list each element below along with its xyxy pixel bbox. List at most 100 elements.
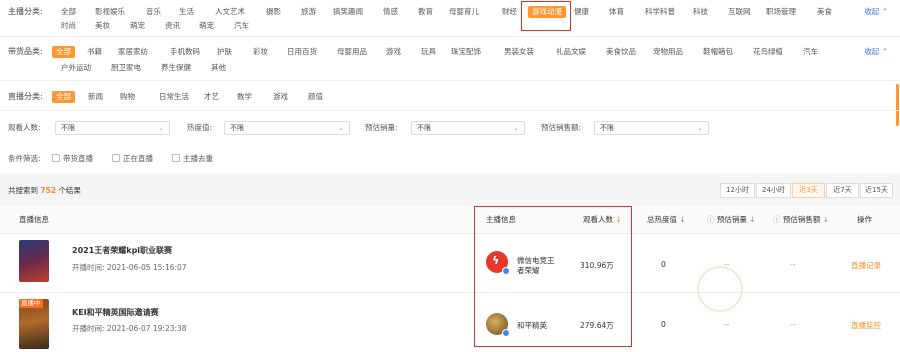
filter-chip[interactable]: 游戏 bbox=[386, 46, 401, 58]
checkbox-icon bbox=[112, 154, 120, 162]
filter-chip[interactable]: 母婴用品 bbox=[337, 46, 367, 58]
sales-value: -- bbox=[724, 320, 730, 329]
live-thumbnail[interactable]: 直播中 bbox=[19, 299, 49, 349]
header-sales[interactable]: ⓘ 预估销量 ↓ bbox=[707, 214, 756, 225]
filter-chip[interactable]: 母婴育儿 bbox=[449, 6, 479, 18]
info-icon: ⓘ bbox=[707, 215, 717, 224]
filter-chip[interactable]: 健康 bbox=[574, 6, 589, 18]
checkbox-icon bbox=[172, 154, 180, 162]
filter-chip[interactable]: 互联网 bbox=[728, 6, 751, 18]
collapse-goods-category[interactable]: 收起 ⌃ bbox=[864, 46, 888, 57]
filter-chip[interactable]: 汽车 bbox=[803, 46, 818, 58]
filter-chip[interactable]: 美妆 bbox=[95, 20, 110, 32]
heat-value: 0 bbox=[661, 260, 666, 269]
filter-chip[interactable]: 音乐 bbox=[146, 6, 161, 18]
filter-chip[interactable]: 教育 bbox=[418, 6, 433, 18]
filter-chip[interactable]: 人文艺术 bbox=[215, 6, 245, 18]
time-15d-button[interactable]: 近15天 bbox=[860, 183, 893, 198]
revenue-select[interactable]: 不限 ⌄ bbox=[594, 121, 709, 135]
revenue-select-label: 预估销售额: bbox=[541, 123, 582, 132]
viewers-select[interactable]: 不限 ⌄ bbox=[55, 121, 170, 135]
checkbox-live-now[interactable]: 正在直播 bbox=[112, 152, 153, 166]
filter-chip[interactable]: 萌宠 bbox=[130, 20, 145, 32]
filter-chip[interactable]: 美食 bbox=[817, 6, 832, 18]
filter-chip[interactable]: 宠物用品 bbox=[653, 46, 683, 58]
filter-chip[interactable]: 鞋帽箱包 bbox=[703, 46, 733, 58]
live-title[interactable]: 2021王者荣耀kpl职业联赛 bbox=[72, 245, 172, 256]
conditions-label: 条件筛选: bbox=[8, 154, 41, 163]
filter-chip[interactable]: 珠宝配饰 bbox=[451, 46, 481, 58]
filter-chip[interactable]: 玩具 bbox=[421, 46, 436, 58]
filter-chip[interactable]: 颜值 bbox=[308, 91, 323, 103]
sort-icon: ↓ bbox=[746, 215, 756, 224]
divider bbox=[0, 292, 900, 293]
filter-chip[interactable]: 职场管理 bbox=[766, 6, 796, 18]
viewers-select-label: 观看人数: bbox=[8, 123, 41, 132]
filter-chip[interactable]: 美食饮品 bbox=[606, 46, 636, 58]
filter-chip[interactable]: 养生保健 bbox=[161, 62, 191, 74]
filter-chip[interactable]: 购物 bbox=[120, 91, 135, 103]
heat-select[interactable]: 不限 ⌄ bbox=[224, 121, 350, 135]
checkbox-with-goods[interactable]: 带货直播 bbox=[52, 152, 93, 166]
checkbox-dedupe-anchor[interactable]: 主播去重 bbox=[172, 152, 213, 166]
filter-chip[interactable]: 旅游 bbox=[301, 6, 316, 18]
filter-chip[interactable]: 日常生活 bbox=[159, 91, 189, 103]
filter-chip[interactable]: 书籍 bbox=[87, 46, 102, 58]
filter-chip[interactable]: 厨卫家电 bbox=[111, 62, 141, 74]
start-time: 开播时间: 2021-06-07 19:23:38 bbox=[72, 324, 187, 333]
time-7d-button[interactable]: 近7天 bbox=[826, 183, 859, 198]
sales-select-label: 预估销量: bbox=[365, 123, 398, 132]
scrollbar-thumb[interactable] bbox=[896, 84, 899, 126]
filter-chip[interactable]: 体育 bbox=[609, 6, 624, 18]
divider bbox=[0, 110, 900, 111]
header-revenue[interactable]: ⓘ 预估销售额 ↓ bbox=[773, 214, 829, 225]
filter-chip[interactable]: 全部 bbox=[52, 46, 75, 58]
filter-chip[interactable]: 摄影 bbox=[266, 6, 281, 18]
filter-chip[interactable]: 家居家纺 bbox=[118, 46, 148, 58]
filter-chip[interactable]: 科学科普 bbox=[645, 6, 675, 18]
filter-chip[interactable]: 彩妆 bbox=[253, 46, 268, 58]
revenue-value: -- bbox=[790, 320, 796, 329]
result-count: 共搜索到 752 个结果 bbox=[8, 186, 81, 195]
header-action: 操作 bbox=[857, 215, 872, 224]
filter-chip[interactable]: 生活 bbox=[179, 6, 194, 18]
filter-chip[interactable]: 花鸟绿植 bbox=[753, 46, 783, 58]
live-monitor-link[interactable]: 直播监控 bbox=[851, 320, 881, 331]
filter-chip[interactable]: 护肤 bbox=[217, 46, 232, 58]
filter-chip[interactable]: 萌宠 bbox=[199, 20, 214, 32]
filter-chip[interactable]: 日用百货 bbox=[287, 46, 317, 58]
filter-chip[interactable]: 全部 bbox=[61, 6, 76, 18]
table-header bbox=[0, 206, 900, 234]
filter-chip[interactable]: 户外运动 bbox=[61, 62, 91, 74]
filter-chip[interactable]: 游戏 bbox=[273, 91, 288, 103]
filter-chip[interactable]: 其他 bbox=[211, 62, 226, 74]
filter-chip[interactable]: 礼品文娱 bbox=[556, 46, 586, 58]
filter-chip[interactable]: 男装女装 bbox=[504, 46, 534, 58]
header-heat[interactable]: 总热度值 ↓ bbox=[647, 214, 686, 225]
live-record-link[interactable]: 直播记录 bbox=[851, 260, 881, 271]
revenue-value: -- bbox=[790, 260, 796, 269]
chevron-down-icon: ⌄ bbox=[338, 124, 344, 132]
filter-chip[interactable]: 全部 bbox=[52, 91, 75, 103]
highlight-box-category bbox=[521, 1, 571, 31]
filter-chip[interactable]: 数学 bbox=[237, 91, 252, 103]
sales-select[interactable]: 不限 ⌄ bbox=[411, 121, 525, 135]
filter-chip[interactable]: 资讯 bbox=[165, 20, 180, 32]
live-title[interactable]: KEI和平精英国际邀请赛 bbox=[72, 307, 159, 318]
filter-chip[interactable]: 时尚 bbox=[61, 20, 76, 32]
filter-chip[interactable]: 搞笑趣闻 bbox=[333, 6, 363, 18]
filter-chip[interactable]: 汽车 bbox=[234, 20, 249, 32]
filter-chip[interactable]: 影视娱乐 bbox=[95, 6, 125, 18]
anchor-category-label: 主播分类: bbox=[8, 7, 43, 16]
filter-chip[interactable]: 新闻 bbox=[88, 91, 103, 103]
time-24h-button[interactable]: 24小时 bbox=[756, 183, 791, 198]
collapse-anchor-category[interactable]: 收起 ⌃ bbox=[864, 6, 888, 17]
filter-chip[interactable]: 情感 bbox=[383, 6, 398, 18]
filter-chip[interactable]: 财经 bbox=[502, 6, 517, 18]
time-12h-button[interactable]: 12小时 bbox=[720, 183, 755, 198]
live-thumbnail[interactable] bbox=[19, 240, 49, 282]
filter-chip[interactable]: 手机数码 bbox=[170, 46, 200, 58]
filter-chip[interactable]: 才艺 bbox=[204, 91, 219, 103]
filter-chip[interactable]: 科技 bbox=[693, 6, 708, 18]
time-3d-button[interactable]: 近3天 bbox=[792, 183, 825, 198]
